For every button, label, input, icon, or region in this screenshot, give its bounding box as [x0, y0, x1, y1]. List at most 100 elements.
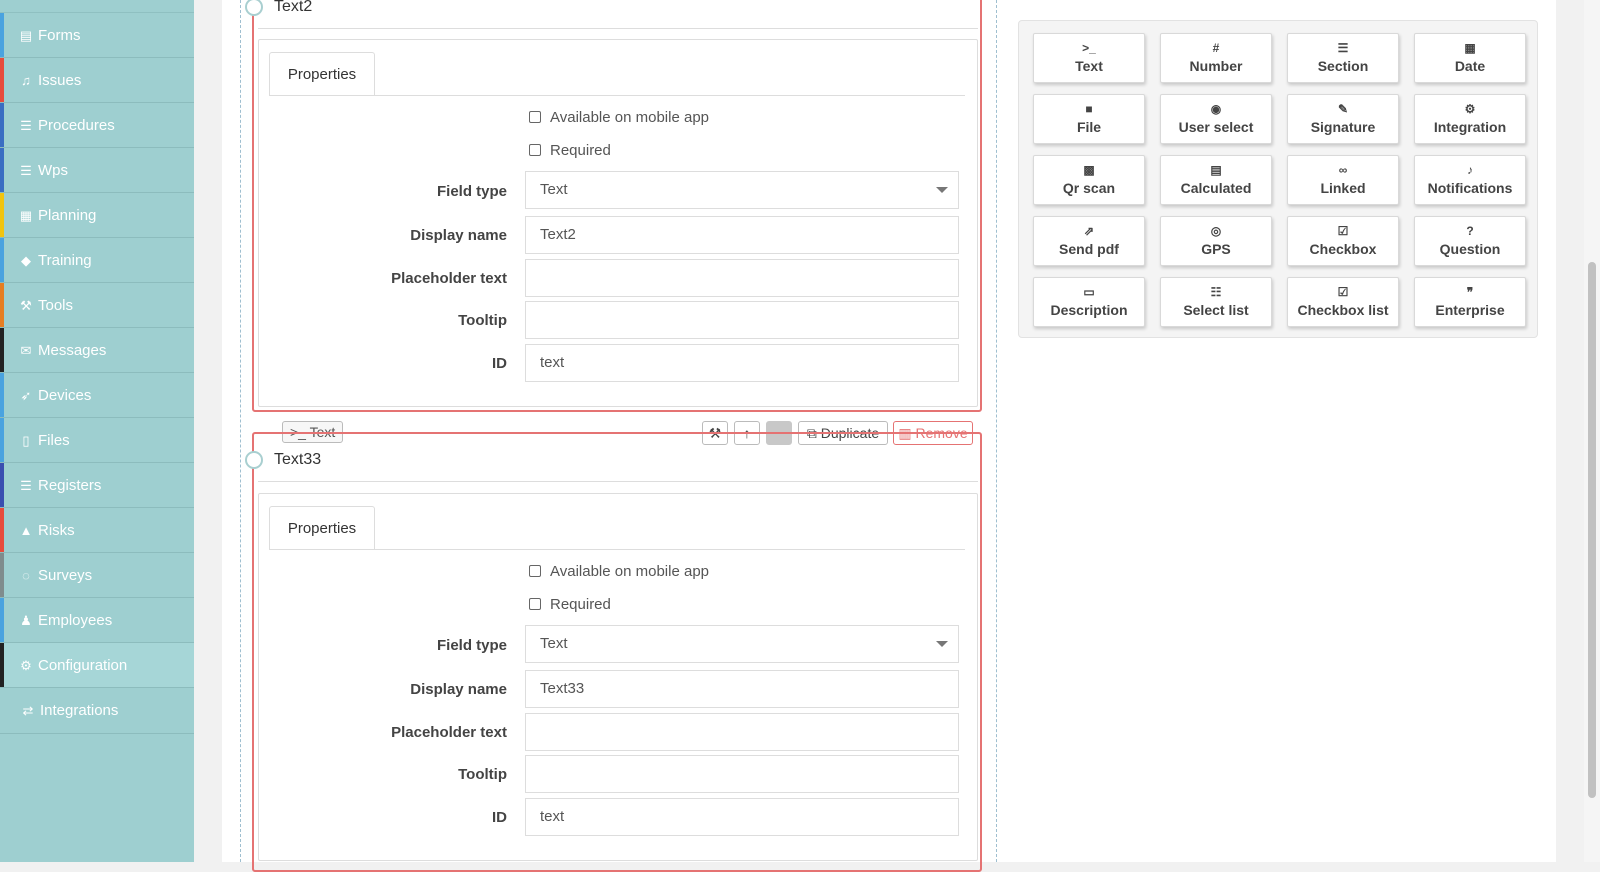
- palette-question-button[interactable]: ? Question: [1414, 216, 1526, 266]
- palette-signature-button[interactable]: ✎ Signature: [1287, 94, 1399, 144]
- checkbox-box[interactable]: [529, 598, 541, 611]
- pen-square-icon: ✎: [1337, 102, 1349, 116]
- sidebar-item-label: Surveys: [38, 567, 93, 584]
- palette-label: Checkbox list: [1297, 302, 1389, 318]
- sidebar-item-surveys[interactable]: ◌ Surveys: [0, 553, 194, 598]
- terminal-icon: >_: [1082, 41, 1096, 55]
- tooltip-input[interactable]: [525, 755, 959, 793]
- palette-notifications-button[interactable]: ♪ Notifications: [1414, 155, 1526, 205]
- palette-select-list-button[interactable]: ☷ Select list: [1160, 277, 1272, 327]
- palette-label: Description: [1050, 302, 1128, 318]
- palette-calculated-button[interactable]: ▤ Calculated: [1160, 155, 1272, 205]
- palette-label: Send pdf: [1059, 241, 1119, 257]
- sidebar-item-wps[interactable]: ☰ Wps: [0, 148, 194, 193]
- palette-description-button[interactable]: ▭ Description: [1033, 277, 1145, 327]
- palette-send-pdf-button[interactable]: ⇗ Send pdf: [1033, 216, 1145, 266]
- display-name-label: Display name: [410, 227, 507, 244]
- sidebar-item-devices[interactable]: ➶ Devices: [0, 373, 194, 418]
- palette-checkbox-button[interactable]: ☑ Checkbox: [1287, 216, 1399, 266]
- chevron-down-icon: [936, 641, 948, 647]
- tooltip-input[interactable]: [525, 301, 959, 339]
- link-icon: ∞: [1338, 163, 1348, 177]
- palette-linked-button[interactable]: ∞ Linked: [1287, 155, 1399, 205]
- display-name-input[interactable]: Text33: [525, 670, 959, 708]
- palette-checkbox-list-button[interactable]: ☑ Checkbox list: [1287, 277, 1399, 327]
- scrollbar-thumb[interactable]: [1588, 262, 1596, 798]
- palette-qr-scan-button[interactable]: ▩ Qr scan: [1033, 155, 1145, 205]
- calculator-icon: ▤: [1210, 163, 1222, 177]
- field-type-label: Field type: [436, 183, 507, 200]
- sidebar-item-procedures[interactable]: ☰ Procedures: [0, 103, 194, 148]
- qrcode-icon: ▩: [1083, 163, 1095, 177]
- id-input[interactable]: text: [525, 798, 959, 836]
- palette-gps-button[interactable]: ◎ GPS: [1160, 216, 1272, 266]
- sidebar-item-issues[interactable]: ♫ Issues: [0, 58, 194, 103]
- palette-label: Integration: [1433, 119, 1507, 135]
- sidebar-item-planning[interactable]: ▦ Planning: [0, 193, 194, 238]
- checkbox-label: Available on mobile app: [550, 563, 710, 580]
- placeholder-text-input[interactable]: [525, 259, 959, 297]
- field-type-select[interactable]: Text: [525, 625, 959, 663]
- bell-icon: ♪: [1467, 163, 1473, 177]
- exchange-icon: ⇄: [22, 703, 34, 718]
- tab-properties[interactable]: Properties: [269, 506, 375, 550]
- palette-number-button[interactable]: # Number: [1160, 33, 1272, 83]
- placeholder-text-input[interactable]: [525, 713, 959, 751]
- palette-label: Qr scan: [1062, 180, 1116, 196]
- palette-date-button[interactable]: ▦ Date: [1414, 33, 1526, 83]
- palette-label: Question: [1439, 241, 1501, 257]
- display-name-input[interactable]: Text2: [525, 216, 959, 254]
- dropzone-right-edge: [996, 0, 997, 862]
- dropzone-left-edge: [240, 0, 241, 862]
- field-select-radio[interactable]: [245, 451, 263, 469]
- sidebar-item-integrations[interactable]: ⇄ Integrations: [0, 688, 194, 734]
- available-on-mobile-checkbox[interactable]: Available on mobile app: [529, 108, 709, 128]
- palette-label: Linked: [1320, 180, 1366, 196]
- palette-enterprise-button[interactable]: ❞ Enterprise: [1414, 277, 1526, 327]
- palette-label: Calculated: [1180, 180, 1252, 196]
- checkbox-label: Available on mobile app: [550, 109, 710, 126]
- sidebar-item-registers[interactable]: ☰ Registers: [0, 463, 194, 508]
- sidebar-item-label: Risks: [38, 522, 75, 539]
- tab-properties[interactable]: Properties: [269, 52, 375, 96]
- placeholder-text-label: Placeholder text: [391, 270, 507, 287]
- palette-label: File: [1076, 119, 1102, 135]
- palette-text-button[interactable]: >_ Text: [1033, 33, 1145, 83]
- sidebar-item-configuration[interactable]: ⚙ Configuration: [0, 643, 194, 688]
- tooltip-label: Tooltip: [458, 766, 507, 783]
- id-label: ID: [492, 809, 507, 826]
- required-checkbox[interactable]: Required: [529, 141, 611, 161]
- palette-integration-button[interactable]: ⚙ Integration: [1414, 94, 1526, 144]
- sidebar-item-files[interactable]: ▯ Files: [0, 418, 194, 463]
- palette-user-select-button[interactable]: ◉ User select: [1160, 94, 1272, 144]
- tooltip-label: Tooltip: [458, 312, 507, 329]
- field-type-label: Field type: [436, 637, 507, 654]
- required-checkbox[interactable]: Required: [529, 595, 611, 615]
- file-icon: ▯: [22, 433, 30, 448]
- checkbox-box[interactable]: [529, 565, 541, 578]
- sidebar-item-label: Configuration: [38, 657, 128, 674]
- palette-label: GPS: [1201, 241, 1231, 257]
- sidebar-item-label: Registers: [38, 477, 102, 494]
- id-input[interactable]: text: [525, 344, 959, 382]
- palette-section-button[interactable]: ☰ Section: [1287, 33, 1399, 83]
- sidebar-item-employees[interactable]: ♟ Employees: [0, 598, 194, 643]
- checkbox-box[interactable]: [529, 111, 541, 124]
- sidebar-item-tools[interactable]: ⚒ Tools: [0, 283, 194, 328]
- sidebar-item-risks[interactable]: ▲ Risks: [0, 508, 194, 553]
- sidebar-stripe: [0, 283, 4, 327]
- list-ol-icon: ☷: [1210, 285, 1222, 299]
- sidebar-item-messages[interactable]: ✉ Messages: [0, 328, 194, 373]
- checkbox-box[interactable]: [529, 144, 541, 157]
- palette-file-button[interactable]: ■ File: [1033, 94, 1145, 144]
- sidebar-item-label: Issues: [38, 72, 82, 89]
- sidebar-stripe: [0, 13, 4, 57]
- sidebar-stripe: [0, 643, 4, 687]
- sidebar-item-forms[interactable]: ▤ Forms: [0, 13, 194, 58]
- sidebar-item-label: Planning: [38, 207, 97, 224]
- available-on-mobile-checkbox[interactable]: Available on mobile app: [529, 562, 709, 582]
- sidebar-stripe: [0, 193, 4, 237]
- field-type-select[interactable]: Text: [525, 171, 959, 209]
- hash-icon: #: [1212, 41, 1220, 55]
- sidebar-item-training[interactable]: ◆ Training: [0, 238, 194, 283]
